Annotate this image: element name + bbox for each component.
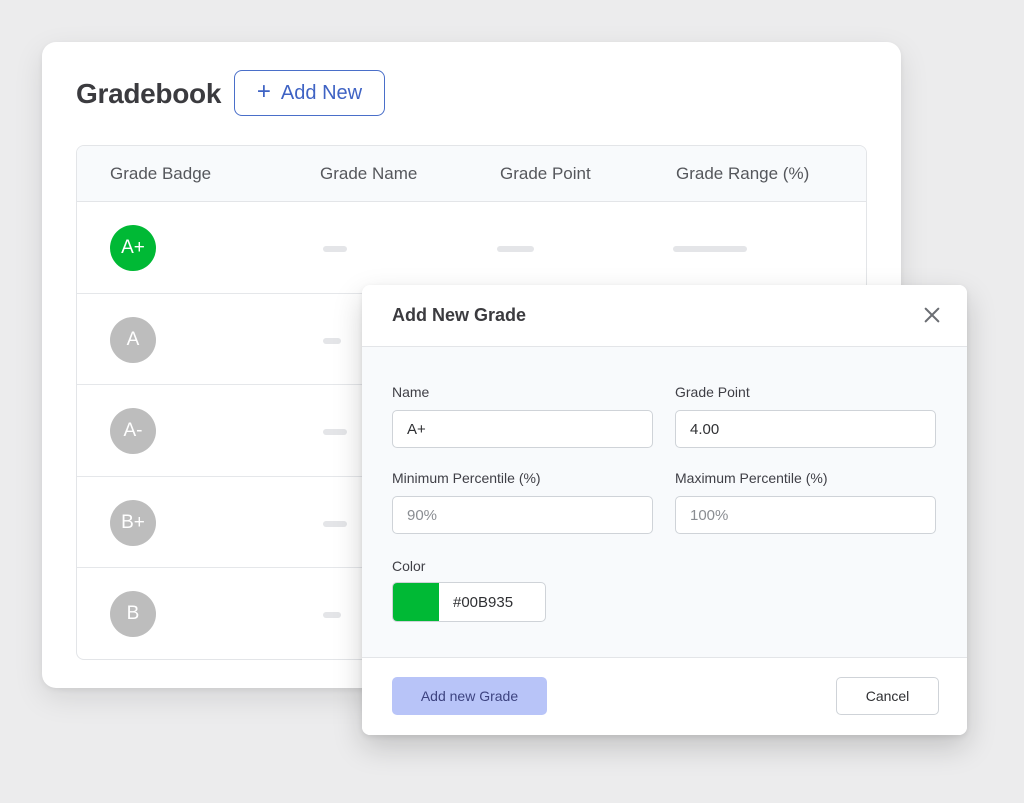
name-label: Name [392,384,430,400]
max-percentile-label: Maximum Percentile (%) [675,470,828,486]
close-icon[interactable] [921,304,943,326]
modal-title: Add New Grade [392,305,527,325]
color-swatch[interactable] [393,583,439,621]
grade-name-placeholder [323,429,347,435]
grade-badge: A [110,316,156,363]
add-new-grade-button[interactable]: Add new Grade [392,677,547,715]
add-grade-modal: Add New Grade Name Grade Point Minimum P… [362,285,967,735]
max-percentile-input[interactable] [675,496,936,534]
column-header-grade-range: Grade Range (%) [676,164,810,183]
modal-footer: Add new Grade Cancel [362,657,967,735]
min-percentile-label: Minimum Percentile (%) [392,470,541,486]
add-new-button[interactable]: + Add New [234,70,385,116]
grade-range-placeholder [673,246,747,252]
grade-point-placeholder [497,246,534,252]
table-row[interactable]: A+ [77,202,866,294]
modal-header: Add New Grade [362,285,967,347]
grade-point-label: Grade Point [675,384,750,400]
cancel-button[interactable]: Cancel [836,677,939,715]
column-header-grade-point: Grade Point [500,164,591,183]
grade-badge: A+ [110,225,156,271]
table-header: Grade Badge Grade Name Grade Point Grade… [77,146,866,202]
grade-point-input[interactable] [675,410,936,448]
column-header-grade-badge: Grade Badge [110,164,212,183]
grade-name-placeholder [323,337,341,344]
grade-badge: B+ [110,499,156,546]
grade-badge: B [110,591,156,637]
min-percentile-input[interactable] [392,496,653,534]
plus-icon: + [256,78,271,105]
grade-badge: A- [110,408,156,454]
name-input[interactable] [392,410,653,448]
color-picker[interactable]: #00B935 [392,582,546,622]
stage: Gradebook + Add New Grade Badge Grade Na… [0,0,1024,803]
color-label: Color [392,558,426,574]
grade-name-placeholder [323,246,347,252]
grade-name-placeholder [323,612,341,618]
add-new-label: Add New [280,81,363,104]
color-hex-value[interactable]: #00B935 [439,583,545,621]
grade-name-placeholder [323,520,347,527]
column-header-grade-name: Grade Name [320,164,418,183]
page-title: Gradebook [76,78,222,109]
